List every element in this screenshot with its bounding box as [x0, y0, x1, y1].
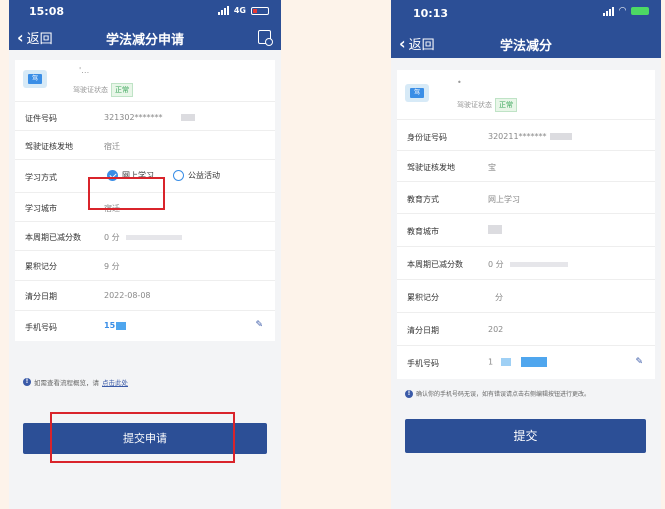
submit-button[interactable]: 提交 — [405, 419, 646, 453]
row-deducted-points: 本周期已减分数 0 分 — [397, 247, 655, 280]
license-holder-name: '… — [79, 66, 90, 75]
highlight-box-study-method — [88, 177, 165, 210]
chevron-left-icon: ‹ — [17, 27, 24, 47]
back-label: 返回 — [408, 38, 435, 53]
row-deducted-points: 本周期已减分数 0 分 — [15, 222, 275, 251]
row-id-number: 身份证号码 320211******* — [397, 120, 655, 151]
license-status: 驾驶证状态 正常 — [73, 83, 133, 97]
license-info: 驾 '… 驾驶证状态 正常 — [15, 60, 275, 102]
row-total-points: 累积记分 分 — [397, 280, 655, 313]
battery-icon — [631, 7, 649, 15]
pencil-icon[interactable]: ✎ — [635, 357, 643, 367]
right-phone-screen: 10:13 ◠ ‹ 返回 学法减分 驾 • 驾驶证状态 正常 身份证号码 320… — [391, 0, 661, 509]
license-status: 驾驶证状态 正常 — [457, 98, 517, 112]
back-button[interactable]: ‹ 返回 — [17, 28, 53, 47]
status-indicators: ◠ — [603, 6, 649, 16]
info-icon: ! — [23, 378, 31, 386]
nav-bar: ‹ 返回 学法减分申请 — [9, 24, 281, 50]
back-button[interactable]: ‹ 返回 — [399, 34, 435, 53]
network-label: 4G — [233, 6, 246, 15]
radio-unchecked-icon — [173, 170, 184, 181]
document-search-icon[interactable] — [258, 30, 273, 46]
row-issue-place: 驾驶证核发地 宿迁 — [15, 131, 275, 160]
highlight-box-submit — [50, 412, 235, 463]
form-card: 驾 • 驾驶证状态 正常 身份证号码 320211******* 驾驶证核发地 … — [397, 70, 655, 379]
row-phone: 手机号码 15 ✎ — [25, 320, 263, 332]
back-label: 返回 — [26, 32, 53, 47]
row-phone: 手机号码 1 ✎ — [407, 357, 643, 368]
info-icon: ! — [405, 389, 413, 398]
left-phone-screen: 15:08 4G ‹ 返回 学法减分申请 驾 '… 驾驶证状态 正常 证件号码 … — [9, 0, 281, 509]
info-tip: ! 如需查看流程概览，请 点击此处 — [23, 377, 128, 387]
signal-icon — [603, 6, 615, 16]
row-clear-date: 清分日期 202 — [397, 313, 655, 346]
row-study-city: 教育城市 — [397, 214, 655, 247]
row-study-method: 教育方式 网上学习 — [397, 182, 655, 214]
row-total-points: 累积记分 9 分 — [15, 251, 275, 281]
nav-bar: ‹ 返回 学法减分 — [391, 28, 661, 58]
status-badge: 正常 — [495, 98, 517, 112]
row-issue-place: 驾驶证核发地 宝 — [397, 151, 655, 182]
row-id-number: 证件号码 321302******* — [15, 102, 275, 131]
status-bar: 10:13 ◠ — [391, 0, 661, 28]
status-time: 10:13 — [413, 7, 449, 20]
chevron-left-icon: ‹ — [399, 33, 406, 53]
row-clear-date: 清分日期 2022-08-08 — [15, 281, 275, 311]
license-icon: 驾 — [23, 70, 47, 88]
status-badge: 正常 — [111, 83, 133, 97]
license-icon: 驾 — [405, 84, 429, 102]
status-indicators: 4G — [217, 6, 269, 15]
signal-icon — [217, 6, 229, 15]
license-info: 驾 • 驾驶证状态 正常 — [397, 70, 655, 120]
status-time: 15:08 — [29, 5, 65, 18]
wifi-icon: ◠ — [619, 6, 626, 16]
pencil-icon[interactable]: ✎ — [255, 320, 263, 330]
info-tip: ! 确认你的手机号码无误，如有错误请点击右侧编辑按钮进行更改。 — [405, 389, 590, 398]
radio-public-welfare[interactable]: 公益活动 — [173, 170, 220, 181]
license-holder-name: • — [457, 78, 462, 87]
status-bar: 15:08 4G — [9, 0, 281, 24]
view-process-link[interactable]: 点击此处 — [102, 377, 128, 387]
battery-icon — [251, 6, 269, 15]
